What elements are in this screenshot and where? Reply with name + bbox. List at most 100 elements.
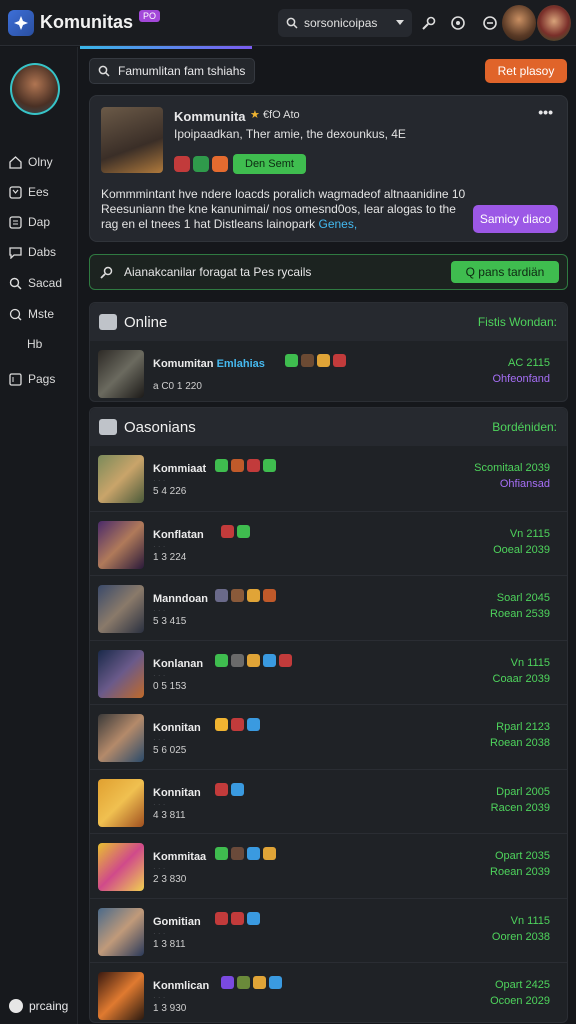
top-bar: Komunitas PO sorsonicoipas — [0, 0, 576, 46]
list-item[interactable]: Komumitan Emlahias a C0 1 220 AC 2115 Oh… — [90, 341, 567, 405]
user-avatar[interactable] — [502, 5, 536, 41]
badge-icon — [212, 156, 228, 172]
item-subtext: · · · — [153, 928, 166, 938]
profile-badge: ★ €fO Ato — [250, 109, 300, 121]
profile-avatar[interactable] — [10, 63, 60, 115]
table-row[interactable]: Kommitaa · · · 2 3 830 Opart 2035 Roean 2039 — [90, 833, 567, 897]
sidebar-item-label: Mste — [28, 307, 55, 321]
camera-icon — [99, 314, 117, 330]
item-badges — [214, 653, 295, 667]
item-stat: Dparl 2005 — [496, 785, 550, 798]
grid-icon — [8, 215, 22, 229]
search-icon — [98, 65, 110, 77]
profile-pill[interactable]: Den Semt — [233, 154, 306, 174]
sidebar-item-sacad[interactable]: Sacad — [8, 276, 62, 290]
table-row[interactable]: Konnitan · · · 4 3 811 Dparl 2005 Racen 2039 — [90, 768, 567, 833]
item-badges — [221, 524, 253, 538]
sidebar-item-olny[interactable]: Olny — [8, 155, 53, 169]
item-meta: 5 6 025 — [153, 745, 187, 756]
search-box[interactable]: sorsonicoipas — [278, 9, 412, 37]
chevron-down-icon[interactable] — [396, 20, 404, 26]
sidebar: Olny Ees Dap Dabs Sacad Mste Hb Pags — [0, 47, 78, 1024]
item-thumbnail — [98, 972, 144, 1020]
active-tab-indicator — [80, 46, 252, 49]
sidebar-item-hb[interactable]: Hb — [27, 337, 42, 351]
item-subtext: · · · — [153, 606, 166, 615]
item-name: Manndoan — [153, 593, 208, 605]
profile-button[interactable]: Samicy diaco — [473, 205, 558, 233]
profile-card: Kommunita ★ €fO Ato ••• Ipoipaadkan, The… — [89, 95, 568, 242]
profile-description: Ipoipaadkan, Ther amie, the dexounkus, 4… — [174, 127, 406, 141]
item-badges — [214, 589, 279, 602]
item-meta: 0 5 153 — [153, 680, 187, 692]
table-row[interactable]: Konmlican · · · 1 3 930 Opart 2425 Ocoen 202… — [90, 962, 567, 1022]
item-meta: 1 3 930 — [153, 1003, 187, 1014]
item-badges — [214, 782, 247, 796]
item-subtext: · · · — [153, 735, 166, 744]
main-search-label: Famumlitan fam tshiahs — [118, 64, 246, 78]
sidebar-item-dap[interactable]: Dap — [8, 215, 50, 229]
sidebar-item-mste[interactable]: Mste — [8, 307, 54, 321]
item-stat: AC 2115 — [508, 357, 550, 369]
table-row[interactable]: Konnitan · · · 5 6 025 Rparl 2123 Roean 2038 — [90, 704, 567, 768]
item-thumbnail — [98, 585, 144, 633]
item-subtext: · · · — [153, 541, 166, 551]
item-status: Ohfiansad — [499, 478, 550, 490]
item-subtext: · · · — [153, 864, 166, 873]
notification-icon[interactable] — [479, 12, 501, 34]
sidebar-item-pags[interactable]: Pags — [8, 372, 55, 386]
tools-icon[interactable] — [418, 12, 440, 34]
more-icon[interactable]: ••• — [538, 104, 553, 120]
profile-body: Kommmintant hve ndere loacds poralich wa… — [101, 187, 466, 231]
item-stat: Vn 1115 — [510, 914, 550, 927]
item-thumbnail — [98, 649, 144, 698]
online-title: Online — [124, 313, 168, 331]
item-stat: Soarl 2045 — [496, 592, 550, 604]
table-row[interactable]: Gomitian · · · 1 3 811 Vn 1115 Ooren 2038 — [90, 897, 567, 962]
members-header-right: Bordéniden: — [492, 420, 557, 434]
item-meta: 4 3 811 — [153, 809, 186, 821]
sidebar-item-label: Olny — [28, 155, 53, 169]
item-name: Kommiaat — [153, 463, 207, 475]
sidebar-footer[interactable]: prcaing — [9, 999, 68, 1013]
item-name: Konnitan — [153, 786, 201, 799]
item-name: Gomitian — [153, 915, 201, 928]
notice-button[interactable]: Q pans tardiän — [451, 261, 559, 283]
item-badges — [214, 847, 279, 860]
item-subtext: · · · — [153, 670, 166, 680]
item-name: Konflatan — [153, 528, 204, 541]
item-status: Racen 2039 — [490, 801, 550, 814]
chat-icon — [8, 245, 22, 259]
badge-icon — [193, 156, 209, 172]
table-row[interactable]: Manndoan · · · 5 3 415 Soarl 2045 Roean 2539 — [90, 575, 567, 639]
item-subtext: · · · — [153, 799, 166, 809]
item-stat: Opart 2425 — [494, 979, 550, 991]
table-row[interactable]: Konlanan · · · 0 5 153 Vn 1115 Coaar 2039 — [90, 639, 567, 704]
item-thumbnail — [98, 778, 144, 827]
app-logo[interactable]: Komunitas PO — [8, 9, 161, 36]
item-name: Konnitan — [153, 722, 201, 734]
notice-bar: Aianakcanilar foragat ta Pes rycails Q p… — [89, 254, 568, 290]
table-row[interactable]: Kommiaat · · · 5 4 226 Scomitaal 2039 Ohfian… — [90, 446, 567, 510]
item-thumbnail — [98, 714, 144, 762]
item-meta: 1 3 224 — [153, 551, 187, 563]
main-search[interactable]: Famumlitan fam tshiahs — [89, 58, 255, 84]
user-avatar-secondary[interactable] — [537, 5, 571, 41]
members-header: Oasonians Bordéniden: — [90, 408, 567, 446]
badge-icon — [174, 156, 190, 172]
item-meta: 5 4 226 — [153, 486, 187, 497]
camera-icon — [99, 419, 117, 435]
chat-icon[interactable] — [447, 12, 469, 34]
item-stat: Scomitaal 2039 — [474, 462, 550, 474]
notice-text: Aianakcanilar foragat ta Pes rycails — [124, 265, 312, 279]
action-button[interactable]: Ret plasoy — [485, 59, 567, 83]
item-status: Ooren 2038 — [491, 930, 550, 943]
sidebar-item-label: Dap — [28, 215, 51, 229]
members-title: Oasonians — [124, 418, 196, 436]
table-row[interactable]: Konflatan · · · 1 3 224 Vn 2115 Ooeal 2039 — [90, 510, 567, 575]
profile-chips: Den Semt — [174, 154, 306, 174]
item-thumbnail — [98, 843, 144, 891]
sidebar-item-ees[interactable]: Ees — [8, 185, 49, 199]
sidebar-item-dabs[interactable]: Dabs — [8, 245, 56, 259]
search-input[interactable]: sorsonicoipas — [304, 16, 396, 30]
